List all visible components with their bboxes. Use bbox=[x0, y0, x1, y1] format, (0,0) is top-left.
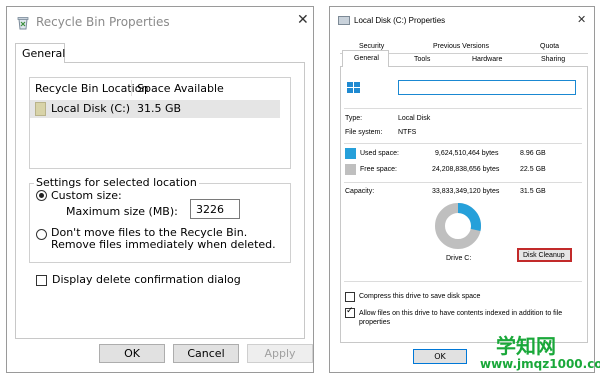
recycle-bin-properties-window: Recycle Bin Properties ✕ General Recycle… bbox=[6, 6, 314, 373]
divider bbox=[344, 281, 582, 282]
max-size-input[interactable]: 3226 bbox=[190, 199, 240, 219]
window-title: Local Disk (C:) Properties bbox=[354, 16, 446, 25]
column-divider bbox=[131, 80, 132, 96]
allow-index-checkbox[interactable]: ✓ bbox=[345, 306, 355, 318]
location-space: 31.5 GB bbox=[137, 102, 182, 115]
recycle-bin-icon bbox=[16, 15, 30, 30]
watermark-url: www.jmqz1000.com bbox=[480, 357, 600, 371]
divider bbox=[344, 143, 582, 144]
divider bbox=[344, 108, 582, 109]
used-gb: 8.96 GB bbox=[520, 150, 546, 157]
capacity-bytes: 33,833,349,120 bytes bbox=[432, 188, 500, 195]
local-disk-properties-window: Local Disk (C:) Properties ✕ Security Pr… bbox=[329, 6, 595, 373]
windows-drive-icon bbox=[346, 80, 362, 99]
type-label: Type: bbox=[345, 115, 363, 122]
dont-move-label[interactable]: Don't move files to the Recycle Bin. Rem… bbox=[51, 227, 291, 251]
drive-icon bbox=[338, 16, 350, 25]
dont-move-radio[interactable] bbox=[36, 229, 47, 240]
used-color-swatch bbox=[345, 148, 356, 159]
checkmark-icon: ✓ bbox=[346, 306, 354, 316]
compress-label[interactable]: Compress this drive to save disk space bbox=[359, 293, 480, 300]
ok-button[interactable]: OK bbox=[413, 349, 467, 364]
max-size-value: 3226 bbox=[196, 203, 224, 216]
allow-index-label[interactable]: Allow files on this drive to have conten… bbox=[359, 309, 574, 327]
capacity-gb: 31.5 GB bbox=[520, 188, 546, 195]
tab-security[interactable]: Security bbox=[359, 43, 384, 50]
capacity-label: Capacity: bbox=[345, 188, 375, 195]
settings-legend: Settings for selected location bbox=[34, 176, 199, 189]
drive-name-input[interactable] bbox=[398, 80, 576, 95]
max-size-label: Maximum size (MB): bbox=[66, 205, 178, 218]
location-name: Local Disk (C:) bbox=[51, 102, 131, 115]
drive-icon bbox=[35, 102, 46, 116]
disk-cleanup-button[interactable]: Disk Cleanup bbox=[517, 248, 572, 262]
tab-general[interactable]: General bbox=[15, 43, 65, 63]
tab-general-label: General bbox=[354, 55, 379, 62]
divider bbox=[344, 182, 582, 183]
display-confirm-checkbox[interactable] bbox=[36, 275, 47, 286]
tab-tools[interactable]: Tools bbox=[414, 56, 430, 63]
tab-quota[interactable]: Quota bbox=[540, 43, 559, 50]
tab-general[interactable]: General bbox=[342, 50, 389, 67]
drive-label: Drive C: bbox=[446, 255, 472, 262]
cancel-button[interactable]: Cancel bbox=[173, 344, 239, 363]
ok-button[interactable]: OK bbox=[99, 344, 165, 363]
tab-previous-versions[interactable]: Previous Versions bbox=[433, 43, 489, 50]
custom-size-label[interactable]: Custom size: bbox=[51, 189, 122, 202]
watermark-brand: 学知网 bbox=[496, 334, 556, 358]
free-gb: 22.5 GB bbox=[520, 166, 546, 173]
close-icon[interactable]: ✕ bbox=[297, 12, 309, 28]
used-label: Used space: bbox=[360, 150, 399, 157]
disk-usage-donut bbox=[435, 203, 481, 249]
window-title: Recycle Bin Properties bbox=[36, 15, 170, 29]
free-label: Free space: bbox=[360, 166, 397, 173]
used-bytes: 9,624,510,464 bytes bbox=[435, 150, 499, 157]
list-item[interactable]: Local Disk (C:) 31.5 GB bbox=[30, 100, 280, 118]
location-list[interactable]: Recycle Bin Location Space Available Loc… bbox=[29, 77, 291, 169]
tab-general-label: General bbox=[22, 47, 66, 60]
column-header-space[interactable]: Space Available bbox=[137, 82, 224, 95]
custom-size-radio[interactable] bbox=[36, 190, 47, 201]
type-value: Local Disk bbox=[398, 115, 431, 122]
free-bytes: 24,208,838,656 bytes bbox=[432, 166, 500, 173]
disk-cleanup-label: Disk Cleanup bbox=[523, 252, 565, 259]
apply-button[interactable]: Apply bbox=[247, 344, 313, 363]
close-icon[interactable]: ✕ bbox=[577, 13, 586, 26]
tab-hardware[interactable]: Hardware bbox=[472, 56, 502, 63]
filesystem-value: NTFS bbox=[398, 129, 417, 136]
display-confirm-label[interactable]: Display delete confirmation dialog bbox=[52, 273, 241, 286]
compress-checkbox[interactable] bbox=[345, 292, 355, 302]
filesystem-label: File system: bbox=[345, 129, 383, 136]
tab-sharing[interactable]: Sharing bbox=[541, 56, 565, 63]
free-color-swatch bbox=[345, 164, 356, 175]
